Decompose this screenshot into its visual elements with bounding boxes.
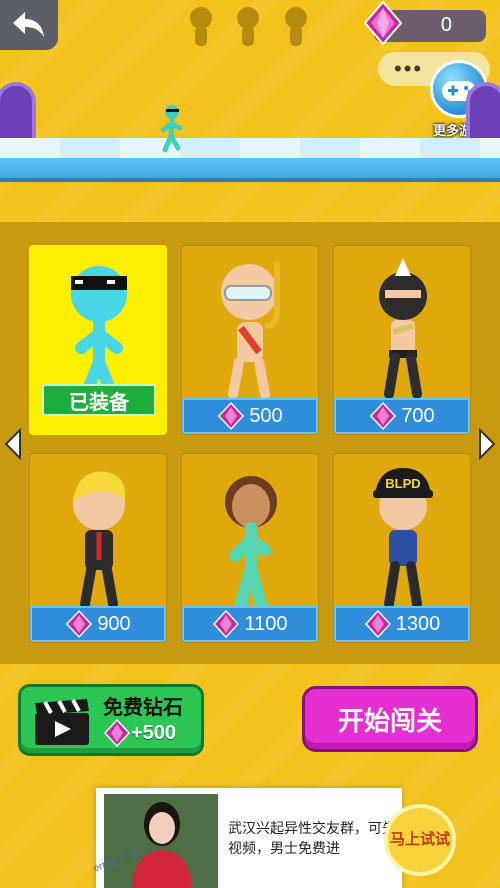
price-button[interactable]: 500 — [182, 398, 318, 434]
character-card-masked[interactable]: 700 — [333, 245, 471, 435]
sunglasses-stickman-icon — [71, 266, 127, 398]
diamond-icon — [363, 0, 403, 46]
free-diamonds-amount: +500 — [131, 721, 177, 744]
key-slot-icon — [285, 7, 307, 46]
price-label: 1100 — [244, 612, 288, 635]
clapperboard-icon — [35, 699, 89, 745]
diamond-icon — [364, 610, 391, 638]
runner-character — [160, 105, 183, 153]
ad-cta-button[interactable]: 马上试试 — [384, 804, 456, 876]
gem-count: 0 — [440, 14, 452, 36]
svg-text:BLPD: BLPD — [385, 476, 420, 491]
character-card-snorkel[interactable]: 500 — [181, 245, 319, 435]
free-diamonds-title: 免费钻石 — [103, 697, 183, 719]
free-diamonds-button[interactable]: 免费钻石 +500 — [18, 684, 204, 756]
diamond-icon — [66, 610, 93, 638]
price-label: 900 — [97, 612, 131, 635]
blond-suit-character-icon — [73, 471, 126, 609]
character-card-police[interactable]: BLPD 1300 — [333, 453, 471, 643]
price-label: 700 — [401, 404, 435, 427]
previous-page-arrow-icon[interactable] — [4, 428, 22, 460]
character-card-green[interactable]: 1100 — [181, 453, 319, 643]
price-button[interactable]: 900 — [30, 606, 166, 642]
track-surface — [0, 138, 500, 160]
price-button[interactable]: 1100 — [182, 606, 318, 642]
key-slot-icon — [190, 7, 212, 46]
price-button[interactable]: 1300 — [334, 606, 470, 642]
price-label: 1300 — [395, 612, 441, 635]
price-label: 500 — [249, 404, 283, 427]
price-button[interactable]: 700 — [334, 398, 470, 434]
back-arrow-icon — [13, 12, 44, 37]
snorkel-character-icon — [221, 262, 280, 399]
start-level-button[interactable]: 开始闯关 — [302, 686, 478, 752]
key-slot-icon — [237, 7, 259, 46]
next-page-arrow-icon[interactable] — [478, 428, 496, 460]
equipped-badge: 已装备 — [42, 384, 156, 416]
track-edge — [0, 158, 500, 182]
green-stickman-icon — [225, 476, 277, 610]
character-card-blond-suit[interactable]: 900 — [29, 453, 167, 643]
diamond-icon — [213, 610, 240, 638]
more-options-icon[interactable]: ••• — [394, 56, 423, 82]
ad-text: 武汉兴起异性交友群，可先视频，男士免费进 — [228, 820, 396, 856]
masked-character-icon — [379, 258, 427, 399]
back-button[interactable] — [0, 0, 58, 50]
diamond-icon — [370, 402, 397, 430]
diamond-icon — [103, 719, 131, 747]
ad-photo — [104, 794, 218, 888]
character-card-sunglasses[interactable]: 已装备 — [29, 245, 167, 435]
ad-banner[interactable]: 武汉兴起异性交友群，可先视频，男士免费进 — [96, 788, 402, 888]
police-character-icon: BLPD — [373, 468, 433, 609]
diamond-icon — [218, 402, 245, 430]
